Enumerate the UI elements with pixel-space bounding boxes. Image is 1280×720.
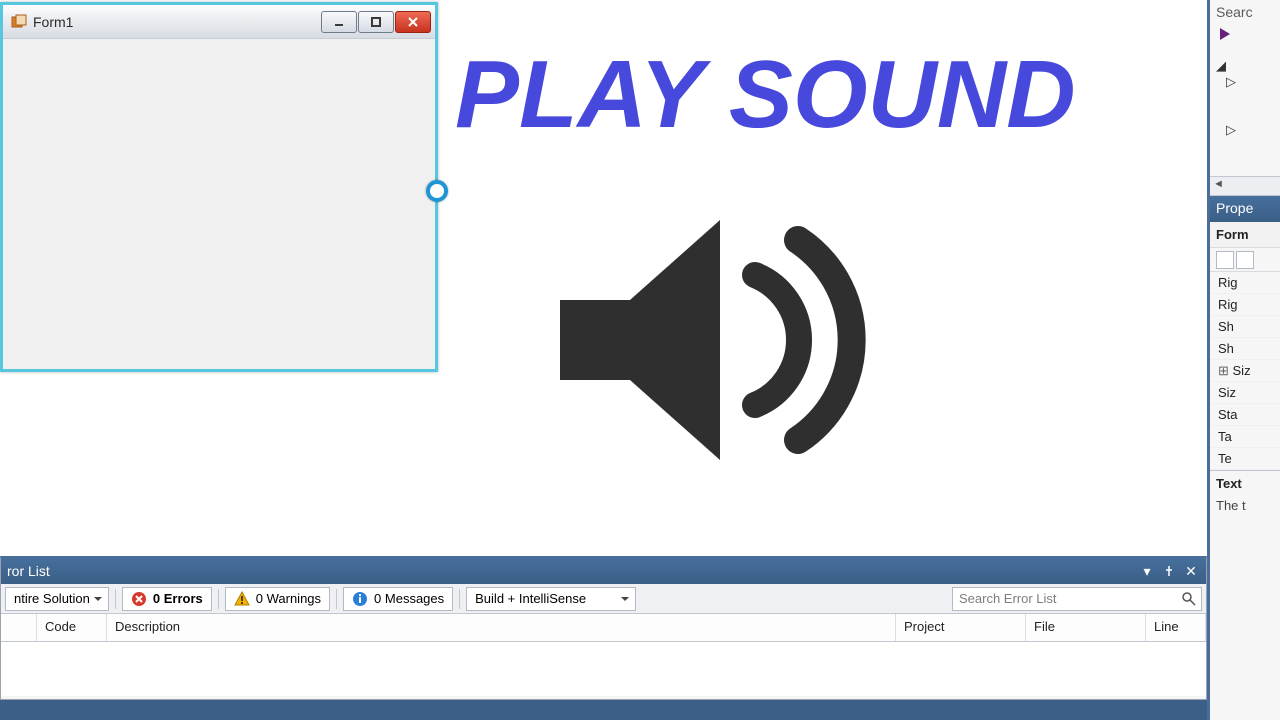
filter-mode-dropdown[interactable]: Build + IntelliSense (466, 587, 636, 611)
messages-filter-button[interactable]: 0 Messages (343, 587, 453, 611)
search-placeholder: Search Error List (959, 591, 1057, 606)
solution-tree[interactable]: ◢ ▷ ▷ (1210, 52, 1280, 170)
resize-handle-icon[interactable] (426, 180, 448, 202)
status-bar (0, 700, 1207, 720)
info-icon (352, 591, 368, 607)
error-list-columns: Code Description Project File Line (1, 614, 1206, 642)
error-list-title: ror List (7, 563, 50, 579)
property-description-body: The t (1210, 496, 1280, 515)
col-file[interactable]: File (1026, 614, 1146, 641)
properties-toolbar[interactable] (1210, 248, 1280, 272)
cursor-icon: ▷ (1226, 74, 1236, 90)
properties-panel-title[interactable]: Prope (1210, 196, 1280, 222)
errors-count: 0 Errors (153, 591, 203, 606)
play-sound-headline: PLAY SOUND (455, 40, 1076, 150)
prop-row[interactable]: Sta (1210, 404, 1280, 426)
vs-solution-icon (1218, 26, 1234, 42)
prop-row[interactable]: Siz (1210, 382, 1280, 404)
close-panel-icon[interactable]: ✕ (1182, 562, 1200, 580)
prop-row[interactable]: Sh (1210, 338, 1280, 360)
col-code[interactable]: Code (37, 614, 107, 641)
col-project[interactable]: Project (896, 614, 1026, 641)
prop-row[interactable]: Ta (1210, 426, 1280, 448)
error-list-search-input[interactable]: Search Error List (952, 587, 1202, 611)
close-button[interactable] (395, 11, 431, 33)
form-titlebar[interactable]: Form1 (3, 5, 435, 39)
prop-row[interactable]: Te (1210, 448, 1280, 470)
horizontal-scrollbar[interactable] (1210, 176, 1280, 196)
col-line[interactable]: Line (1146, 614, 1206, 641)
scope-dropdown[interactable]: ntire Solution (5, 587, 109, 611)
warnings-filter-button[interactable]: 0 Warnings (225, 587, 330, 611)
error-list-titlebar[interactable]: ror List ▾ ✕ (1, 558, 1206, 584)
prop-row[interactable]: Siz (1210, 360, 1280, 382)
cursor-icon: ▷ (1226, 122, 1236, 138)
warnings-count: 0 Warnings (256, 591, 321, 606)
errors-filter-button[interactable]: 0 Errors (122, 587, 212, 611)
filter-mode-label: Build + IntelliSense (475, 591, 586, 606)
error-list-panel: ror List ▾ ✕ ntire Solution 0 Errors 0 W… (0, 556, 1207, 700)
properties-grid[interactable]: Rig Rig Sh Sh Siz Siz Sta Ta Te (1210, 272, 1280, 470)
properties-object-name: Form (1210, 222, 1280, 248)
minimize-button[interactable] (321, 11, 357, 33)
col-description[interactable]: Description (107, 614, 896, 641)
form-title: Form1 (33, 14, 73, 30)
pin-icon[interactable] (1160, 562, 1178, 580)
form-app-icon (11, 14, 27, 30)
prop-row[interactable]: Sh (1210, 316, 1280, 338)
property-description-title: Text (1210, 470, 1280, 496)
warning-icon (234, 591, 250, 607)
prop-row[interactable]: Rig (1210, 294, 1280, 316)
solution-search-input[interactable]: Searc (1210, 0, 1280, 26)
form-client-area[interactable] (13, 47, 425, 359)
speaker-icon (540, 190, 900, 490)
alphabetical-icon[interactable] (1236, 251, 1254, 269)
categorized-icon[interactable] (1216, 251, 1234, 269)
scope-label: ntire Solution (14, 591, 90, 606)
error-list-body[interactable] (1, 642, 1206, 696)
panel-options-icon[interactable]: ▾ (1138, 562, 1156, 580)
form-designer-window[interactable]: Form1 (0, 2, 438, 372)
right-panel-strip: Searc ◢ ▷ ▷ Prope Form Rig Rig Sh Sh Siz… (1207, 0, 1280, 720)
search-icon (1181, 591, 1197, 607)
error-list-toolbar: ntire Solution 0 Errors 0 Warnings 0 Mes… (1, 584, 1206, 614)
prop-row[interactable]: Rig (1210, 272, 1280, 294)
messages-count: 0 Messages (374, 591, 444, 606)
solution-toolbar[interactable] (1210, 26, 1280, 52)
maximize-button[interactable] (358, 11, 394, 33)
col-icon[interactable] (1, 614, 37, 641)
error-icon (131, 591, 147, 607)
